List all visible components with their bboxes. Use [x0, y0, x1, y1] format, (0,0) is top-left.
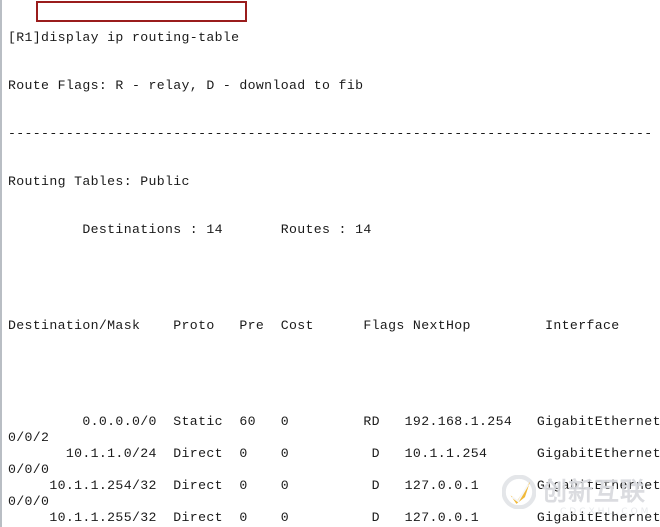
- console-output[interactable]: [R1]display ip routing-table Route Flags…: [8, 0, 660, 527]
- separator-line: ----------------------------------------…: [8, 126, 653, 141]
- route-flags-line: Route Flags: R - relay, D - download to …: [8, 78, 364, 93]
- table-row-wrap: 0/0/2: [8, 430, 50, 445]
- terminal-window: [R1]display ip routing-table Route Flags…: [0, 0, 660, 527]
- table-row: 10.1.1.254/32 Direct 0 0 D 127.0.0.1 Gig…: [8, 478, 660, 493]
- command-line: [R1]display ip routing-table: [8, 30, 240, 45]
- table-row: 10.1.1.0/24 Direct 0 0 D 10.1.1.254 Giga…: [8, 446, 660, 461]
- summary-line: Destinations : 14 Routes : 14: [8, 222, 372, 237]
- table-row-wrap: 0/0/0: [8, 494, 50, 509]
- table-row: 0.0.0.0/0 Static 60 0 RD 192.168.1.254 G…: [8, 414, 660, 429]
- table-header: Destination/Mask Proto Pre Cost Flags Ne…: [8, 318, 620, 333]
- table-row: 10.1.1.255/32 Direct 0 0 D 127.0.0.1 Gig…: [8, 510, 660, 525]
- table-row-wrap: 0/0/0: [8, 462, 50, 477]
- route-table-body: 0.0.0.0/0 Static 60 0 RD 192.168.1.254 G…: [8, 414, 660, 527]
- routing-tables-line: Routing Tables: Public: [8, 174, 190, 189]
